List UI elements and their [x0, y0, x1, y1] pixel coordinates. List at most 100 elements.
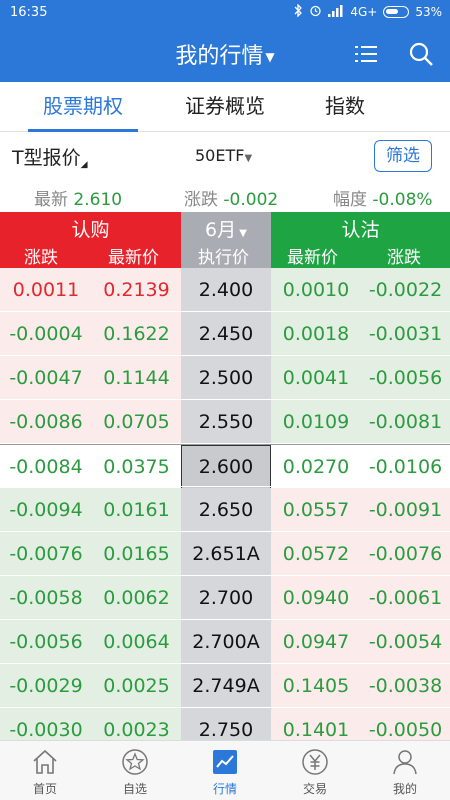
call-title: 认购: [71, 219, 110, 241]
call-change-cell: -0.0086: [9, 411, 83, 433]
pct-value: -0.08%: [372, 190, 433, 210]
call-price-cell: 0.0023: [103, 719, 170, 740]
put-price-cell: 0.0270: [282, 456, 350, 478]
strike-cell: 2.651A: [192, 543, 260, 565]
call-price-cell: 0.2139: [103, 279, 170, 301]
call-price-cell: 0.0165: [103, 543, 170, 565]
call-price-cell: 0.1622: [103, 323, 170, 345]
month-selector[interactable]: 6月 ▼: [181, 215, 271, 242]
put-change-cell: -0.0076: [368, 543, 443, 565]
call-price-cell: 0.1144: [103, 367, 170, 389]
call-change-header: 涨跌: [24, 248, 58, 268]
caret-down-icon: ▼: [244, 153, 253, 164]
call-price-cell: 0.0064: [103, 631, 170, 653]
home-icon: [33, 749, 57, 774]
put-price-cell: 0.0041: [282, 367, 350, 389]
option-row[interactable]: -0.0029 0.0025 2.749A 0.1405 -0.0038: [0, 664, 450, 708]
nav-watchlist[interactable]: 自选: [90, 741, 180, 800]
option-row[interactable]: -0.0047 0.1144 2.500 0.0041 -0.0056: [0, 356, 450, 400]
put-price-cell: 0.0018: [282, 323, 350, 345]
put-change-cell: -0.0031: [368, 323, 443, 345]
call-change-cell: -0.0076: [9, 543, 83, 565]
page-title-dropdown[interactable]: 我的行情 ▼: [0, 38, 450, 70]
quote-mode-label: T型报价: [12, 147, 81, 169]
tab-stock-options[interactable]: 股票期权: [18, 82, 148, 132]
battery-level: 53%: [415, 5, 442, 19]
option-row[interactable]: -0.0094 0.0161 2.650 0.0557 -0.0091: [0, 488, 450, 532]
strike-cell: 2.750: [198, 719, 254, 740]
nav-me[interactable]: 我的: [360, 741, 450, 800]
pct-label: 幅度: [333, 190, 367, 210]
latest-value: 2.610: [73, 190, 123, 210]
put-header: 认沽 最新价 涨跌: [271, 212, 450, 268]
option-row[interactable]: -0.0076 0.0165 2.651A 0.0572 -0.0076: [0, 532, 450, 576]
option-row[interactable]: -0.0086 0.0705 2.550 0.0109 -0.0081: [0, 400, 450, 444]
bottom-nav: 首页 自选 行情 交易 我的: [0, 740, 450, 800]
nav-home-label: 首页: [32, 782, 57, 796]
option-row[interactable]: -0.0058 0.0062 2.700 0.0940 -0.0061: [0, 576, 450, 620]
nav-market-label: 行情: [212, 782, 237, 796]
put-change-cell: -0.0061: [368, 587, 443, 609]
strike-cell: 2.450: [198, 323, 254, 345]
quote-mode-selector[interactable]: T型报价◢: [12, 143, 88, 170]
search-icon[interactable]: [407, 40, 435, 68]
call-price-cell: 0.0025: [103, 675, 170, 697]
put-title: 认沽: [341, 219, 380, 241]
strike-cell: 2.700: [198, 587, 254, 609]
option-row[interactable]: 0.0011 0.2139 2.400 0.0010 -0.0022: [0, 268, 450, 312]
yen-icon: [302, 749, 328, 775]
nav-trade[interactable]: 交易: [270, 741, 360, 800]
tab-securities-overview[interactable]: 证券概览: [160, 82, 290, 132]
option-row[interactable]: -0.0004 0.1622 2.450 0.0018 -0.0031: [0, 312, 450, 356]
nav-trade-label: 交易: [302, 782, 327, 796]
put-change-cell: -0.0091: [368, 499, 443, 521]
caret-down-icon: ▼: [265, 50, 275, 64]
filter-button[interactable]: 筛选: [374, 140, 432, 172]
put-change-cell: -0.0054: [368, 631, 443, 653]
signal-icon: [328, 4, 344, 20]
strike-cell: 2.550: [198, 411, 254, 433]
strike-cell: 2.700A: [192, 631, 260, 653]
latest-label: 最新: [34, 190, 68, 210]
price-change: 涨跌 -0.002: [184, 185, 278, 210]
put-change-header: 涨跌: [387, 248, 421, 268]
option-row[interactable]: -0.0084 0.0375 2.600 0.0270 -0.0106: [0, 444, 450, 489]
option-row[interactable]: -0.0056 0.0064 2.700A 0.0947 -0.0054: [0, 620, 450, 664]
latest-price: 最新 2.610: [34, 185, 122, 210]
nav-home[interactable]: 首页: [0, 741, 90, 800]
call-price-cell: 0.0062: [103, 587, 170, 609]
put-price-header: 最新价: [287, 248, 338, 268]
underlying-selector[interactable]: 50ETF▼: [195, 146, 252, 165]
corner-triangle-icon: ◢: [80, 160, 88, 170]
option-row[interactable]: -0.0030 0.0023 2.750 0.1401 -0.0050: [0, 708, 450, 740]
strike-cell: 2.500: [198, 367, 254, 389]
strike-cell: 2.749A: [192, 675, 260, 697]
put-change-cell: -0.0081: [368, 411, 443, 433]
list-icon[interactable]: [352, 40, 380, 68]
call-price-header: 最新价: [108, 248, 159, 268]
user-icon: [393, 750, 417, 775]
call-header: 认购 涨跌 最新价: [0, 212, 181, 268]
network-type: 4G+: [350, 5, 378, 19]
put-price-cell: 0.0947: [282, 631, 350, 653]
put-change-cell: -0.0038: [368, 675, 443, 697]
status-icons: 4G+ 53%: [293, 3, 442, 20]
star-icon: [122, 749, 148, 775]
table-header: 认购 涨跌 最新价 6月 ▼ 执行价 认沽 最新价 涨跌: [0, 212, 450, 268]
nav-me-label: 我的: [392, 782, 417, 796]
status-bar: 16:35 4G+ 53%: [0, 0, 450, 26]
nav-market[interactable]: 行情: [180, 741, 270, 800]
call-change-cell: -0.0004: [9, 323, 83, 345]
put-price-cell: 0.1405: [282, 675, 350, 697]
row-divider: [0, 486, 450, 487]
put-price-cell: 0.0572: [282, 543, 350, 565]
put-change-cell: -0.0022: [368, 279, 443, 301]
chart-icon: [213, 750, 237, 774]
call-change-cell: 0.0011: [12, 279, 80, 301]
tab-index[interactable]: 指数: [300, 82, 390, 132]
status-time: 16:35: [10, 5, 48, 20]
call-change-cell: -0.0056: [9, 631, 83, 653]
month-header[interactable]: 6月 ▼ 执行价: [181, 212, 271, 268]
put-change-cell: -0.0050: [368, 719, 443, 740]
call-change-cell: -0.0058: [9, 587, 83, 609]
